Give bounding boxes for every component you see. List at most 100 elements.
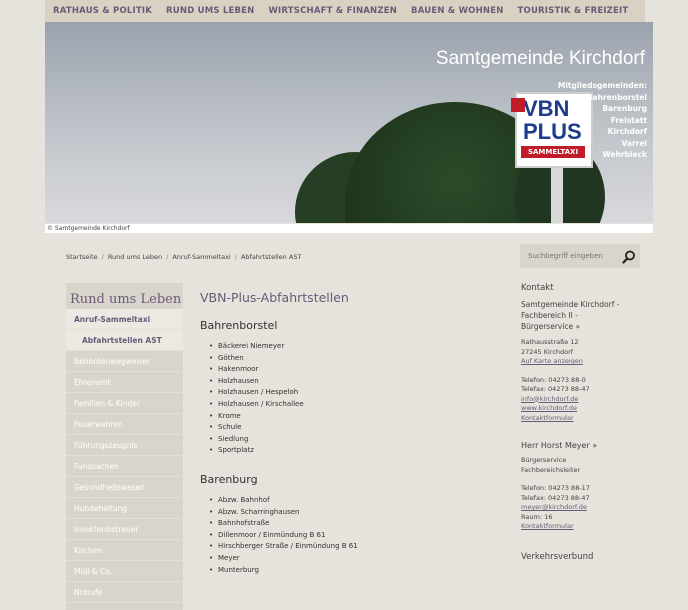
- search-icon[interactable]: [622, 249, 636, 264]
- municipality-link[interactable]: Freistatt: [558, 115, 647, 127]
- list-item: Sportplatz: [209, 445, 500, 457]
- contact-organisation[interactable]: Samtgemeinde Kirchdorf - Fachbereich II …: [521, 299, 661, 332]
- contact-person-role: Bürgerservice Fachbereichsleiter: [521, 456, 661, 475]
- section-heading-bahrenborstel: Bahrenborstel: [200, 319, 278, 332]
- list-item: Krome: [209, 411, 500, 423]
- sidebar: Rund ums Leben Anruf-Sammeltaxi Abfahrts…: [66, 283, 183, 610]
- nav-rathaus-politik[interactable]: RATHAUS & POLITIK: [53, 6, 152, 16]
- nav-bauen-wohnen[interactable]: BAUEN & WOHNEN: [411, 6, 504, 16]
- list-item: Abzw. Bahnhof: [209, 495, 500, 507]
- list-item: Bahnhofstraße: [209, 518, 500, 530]
- list-item: Holzhausen / Hespeloh: [209, 387, 500, 399]
- municipality-link[interactable]: Varrel: [558, 138, 647, 150]
- breadcrumb-separator: /: [234, 253, 237, 261]
- image-copyright: © Samtgemeinde Kirchdorf: [45, 224, 653, 233]
- contact-email-link[interactable]: info@kirchdorf.de: [521, 395, 578, 403]
- person-email-link[interactable]: meyer@kirchdorf.de: [521, 503, 587, 511]
- breadcrumb: Startseite / Rund ums Leben / Anruf-Sammelta…: [66, 253, 301, 261]
- sidebar-heading: Rund ums Leben: [70, 292, 182, 307]
- sidebar-item-behoerdenwegweiser[interactable]: Behördenwegweiser: [66, 351, 183, 372]
- list-item: Dillenmoor / Einmündung B 61: [209, 530, 500, 542]
- stop-list-barenburg: Abzw. Bahnhof Abzw. Scharringhausen Bahn…: [200, 495, 500, 576]
- sidebar-item-kirchen[interactable]: Kirchen: [66, 540, 183, 561]
- sidebar-item-insektenbetreuer[interactable]: Insektenbetreuer: [66, 519, 183, 540]
- breadcrumb-current: Abfahrtstellen AST: [240, 253, 302, 261]
- sidebar-item-anruf-sammeltaxi[interactable]: Anruf-Sammeltaxi: [66, 309, 183, 330]
- sidebar-item-muell[interactable]: Müll & Co.: [66, 561, 183, 582]
- municipalities-list: Mitgliedsgemeinden: Bahrenborstel Barenb…: [558, 80, 647, 161]
- stop-list-bahrenborstel: Bäckerei Niemeyer Göthen Hakenmoor Holzh…: [200, 341, 500, 457]
- search-box: [520, 244, 640, 268]
- breadcrumb-link[interactable]: Rund ums Leben: [108, 253, 162, 261]
- contact-fax: Telefax: 04273 88-47: [521, 385, 590, 393]
- municipality-link[interactable]: Wehrbleck: [558, 149, 647, 161]
- role-line: Bürgerservice: [521, 456, 567, 464]
- map-link[interactable]: Auf Karte anzeigen: [521, 357, 583, 365]
- sidebar-item-gesundheitswesen[interactable]: Gesundheitswesen: [66, 477, 183, 498]
- municipality-link[interactable]: Kirchdorf: [558, 126, 647, 138]
- address-street: Rathausstraße 12: [521, 338, 579, 346]
- contact-person-details: Telefon: 04273 88-17 Telefax: 04273 88-4…: [521, 484, 661, 532]
- list-item: Munterburg: [209, 565, 500, 577]
- contact-details: Telefon: 04273 88-0 Telefax: 04273 88-47…: [521, 376, 661, 424]
- main-content: VBN-Plus-Abfahrtstellen Bahrenborstel Bä…: [200, 290, 500, 576]
- breadcrumb-link[interactable]: Anruf-Sammeltaxi: [172, 253, 230, 261]
- page-title: VBN-Plus-Abfahrtstellen: [200, 290, 349, 305]
- site-title[interactable]: Samtgemeinde Kirchdorf: [436, 48, 645, 70]
- role-line: Fachbereichsleiter: [521, 465, 581, 474]
- municipalities-label[interactable]: Mitgliedsgemeinden:: [558, 80, 647, 92]
- sidebar-item-familien-kinder[interactable]: Familien & Kinder: [66, 393, 183, 414]
- list-item: Hirschberger Straße / Einmündung B 61: [209, 541, 500, 553]
- address-city: 27245 Kirchdorf: [521, 347, 574, 356]
- person-fax: Telefax: 04273 88-47: [521, 493, 590, 502]
- org-line: Fachbereich II -: [521, 311, 578, 320]
- list-item: Meyer: [209, 553, 500, 565]
- org-line: Samtgemeinde Kirchdorf -: [521, 300, 620, 309]
- list-item: Schule: [209, 422, 500, 434]
- sidebar-item-feuerwehren[interactable]: Feuerwehren: [66, 414, 183, 435]
- nav-rund-ums-leben[interactable]: RUND UMS LEBEN: [166, 6, 254, 16]
- nav-touristik-freizeit[interactable]: TOURISTIK & FREIZEIT: [518, 6, 629, 16]
- municipality-link[interactable]: Bahrenborstel: [558, 92, 647, 104]
- list-item: Holzhausen / Kirschallee: [209, 399, 500, 411]
- sidebar-item-ehrenamt[interactable]: Ehrenamt: [66, 372, 183, 393]
- sidebar-item-abfahrtstellen-ast[interactable]: Abfahrtstellen AST: [66, 330, 183, 351]
- list-item: Siedlung: [209, 434, 500, 446]
- sidebar-item-notrufe[interactable]: Notrufe: [66, 582, 183, 603]
- sidebar-item-hundehaltung[interactable]: Hundehaltung: [66, 498, 183, 519]
- sign-red-marker: [511, 98, 525, 112]
- search-input[interactable]: [526, 251, 620, 261]
- person-phone: Telefon: 04273 88-17: [521, 484, 590, 492]
- contact-sidebar: Kontakt Samtgemeinde Kirchdorf - Fachber…: [521, 283, 661, 568]
- contact-form-link[interactable]: Kontaktformular: [521, 414, 574, 422]
- list-item: Hakenmoor: [209, 364, 500, 376]
- contact-person-name[interactable]: Herr Horst Meyer »: [521, 441, 661, 450]
- list-item: Göthen: [209, 353, 500, 365]
- breadcrumb-separator: /: [101, 253, 104, 261]
- nav-wirtschaft-finanzen[interactable]: WIRTSCHAFT & FINANZEN: [268, 6, 397, 16]
- header-banner: VBN PLUS SAMMELTAXI Samtgemeinde Kirchdo…: [45, 22, 653, 223]
- section-heading-barenburg: Barenburg: [200, 472, 258, 486]
- list-item: Bäckerei Niemeyer: [209, 341, 500, 353]
- list-item: Holzhausen: [209, 376, 500, 388]
- person-contact-form-link[interactable]: Kontaktformular: [521, 522, 574, 530]
- breadcrumb-separator: /: [166, 253, 169, 261]
- website-link[interactable]: www.kirchdorf.de: [521, 404, 577, 412]
- sidebar-item-fundsachen[interactable]: Fundsachen: [66, 456, 183, 477]
- breadcrumb-link[interactable]: Startseite: [66, 253, 98, 261]
- person-room: Raum: 16: [521, 512, 553, 521]
- municipality-link[interactable]: Barenburg: [558, 103, 647, 115]
- org-line: Bürgerservice »: [521, 322, 581, 331]
- contact-address: Rathausstraße 12 27245 Kirchdorf Auf Kar…: [521, 338, 661, 367]
- sidebar-item-fuehrungszeugnis[interactable]: Führungszeugnis: [66, 435, 183, 456]
- top-navigation: RATHAUS & POLITIK RUND UMS LEBEN WIRTSCH…: [45, 0, 645, 22]
- sign-pole: [551, 162, 563, 223]
